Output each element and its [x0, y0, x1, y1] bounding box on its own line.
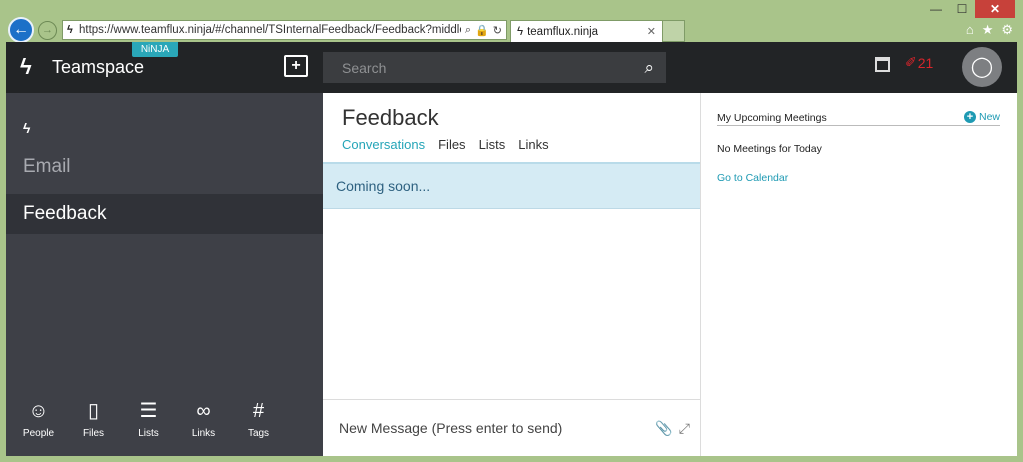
browser-toolbar: ⌂ ★ ⚙	[966, 22, 1013, 38]
sidebar-item-email[interactable]: Email	[6, 147, 323, 187]
page-title: Feedback	[342, 105, 439, 130]
status-message: Coming soon...	[323, 162, 700, 209]
search-icon[interactable]: ⌕	[465, 24, 471, 37]
link-icon: ∞	[196, 400, 211, 422]
person-icon: ☺	[28, 400, 49, 422]
list-icon: ☰	[139, 400, 158, 422]
new-post-button[interactable]: +	[284, 55, 308, 77]
search-input[interactable]	[342, 59, 645, 76]
add-comment-icon: +	[291, 57, 301, 74]
people-button[interactable]: ☺ People	[11, 396, 66, 446]
no-meetings-text: No Meetings for Today	[717, 143, 822, 155]
channel-pane: Feedback Conversations Files Lists Links…	[323, 93, 701, 456]
star-icon[interactable]: ★	[982, 22, 994, 38]
go-to-calendar-link[interactable]: Go to Calendar	[717, 172, 788, 184]
home-icon[interactable]: ⌂	[966, 22, 974, 38]
refresh-icon[interactable]: ↻	[493, 24, 502, 37]
browser-tab[interactable]: ϟ teamflux.ninja ✕	[510, 20, 663, 42]
gear-icon[interactable]: ⚙	[1001, 22, 1013, 38]
user-icon: ◯	[970, 56, 994, 78]
alerts-button[interactable]: ✐ 21	[905, 54, 933, 71]
lists-label: Lists	[138, 428, 159, 439]
message-composer: 📎 ⤢	[323, 399, 700, 456]
tab-conversations[interactable]: Conversations	[342, 137, 425, 152]
tags-label: Tags	[247, 428, 270, 439]
file-icon: ▯	[87, 400, 99, 422]
arrow-right-icon: →	[42, 24, 53, 36]
app: ϟ Teamspace NiNJA + ⌕ ✐ 21 ◯ ϟ Email Fee…	[6, 42, 1017, 456]
plus-circle-icon: +	[963, 111, 976, 123]
site-icon: ϟ	[67, 24, 73, 36]
sidebar-item-feedback[interactable]: Feedback	[6, 194, 323, 234]
search-icon[interactable]: ⌕	[644, 58, 654, 78]
arrow-left-icon: ←	[13, 21, 29, 38]
calendar-icon[interactable]	[875, 57, 890, 72]
hash-icon: #	[252, 400, 265, 422]
links-label: Links	[191, 428, 216, 439]
lists-button[interactable]: ☰ Lists	[121, 396, 176, 446]
new-meeting-label: New	[978, 111, 1000, 123]
forward-button[interactable]: →	[38, 21, 57, 40]
new-meeting-button[interactable]: + New	[963, 111, 1000, 123]
meetings-pane: My Upcoming Meetings + New No Meetings f…	[701, 93, 1017, 456]
teamspace-logo-icon: ϟ	[20, 54, 32, 79]
top-bar: ϟ Teamspace NiNJA + ⌕ ✐ 21 ◯	[6, 42, 1017, 93]
paperclip-icon[interactable]: 📎	[655, 420, 672, 437]
tab-close-icon[interactable]: ✕	[647, 25, 656, 38]
window-controls: — ☐ ✕	[923, 0, 1015, 18]
sidebar-tools: ☺ People ▯ Files ☰ Lists ∞ Links # Tags	[6, 396, 323, 446]
tab-files[interactable]: Files	[438, 137, 465, 152]
brand-name: Teamspace	[52, 56, 145, 77]
maximize-button[interactable]: ☐	[949, 0, 975, 18]
back-button[interactable]: ←	[8, 17, 34, 43]
lock-icon[interactable]: 🔒	[475, 24, 489, 37]
tags-button[interactable]: # Tags	[231, 396, 286, 446]
tab-links[interactable]: Links	[518, 137, 548, 152]
tab-lists[interactable]: Lists	[479, 137, 506, 152]
close-window-button[interactable]: ✕	[975, 0, 1015, 18]
avatar[interactable]: ◯	[962, 47, 1002, 87]
meetings-header: My Upcoming Meetings + New	[717, 111, 1000, 126]
address-bar[interactable]: ϟ https://www.teamflux.ninja/#/channel/T…	[62, 20, 507, 40]
tab-title: teamflux.ninja	[527, 25, 599, 38]
teamspace-logo-icon[interactable]: ϟ	[23, 120, 30, 136]
sidebar: ϟ Email Feedback ☺ People ▯ Files ☰ List…	[6, 93, 323, 456]
channel-tabs: Conversations Files Lists Links	[342, 137, 549, 152]
people-label: People	[22, 428, 55, 439]
files-button[interactable]: ▯ Files	[66, 396, 121, 446]
ninja-badge: NiNJA	[132, 42, 178, 57]
brand[interactable]: ϟ Teamspace	[20, 54, 144, 80]
wrench-icon: ✐	[905, 54, 917, 70]
minimize-button[interactable]: —	[923, 0, 949, 18]
browser-chrome: — ☐ ✕ ← → ϟ https://www.teamflux.ninja/#…	[0, 0, 1023, 43]
expand-icon[interactable]: ⤢	[679, 420, 690, 437]
message-input[interactable]	[339, 420, 650, 436]
url-text[interactable]: https://www.teamflux.ninja/#/channel/TSI…	[79, 24, 461, 36]
alert-count: 21	[917, 54, 934, 71]
meetings-heading: My Upcoming Meetings	[717, 112, 827, 124]
new-tab-button[interactable]	[663, 20, 685, 42]
files-label: Files	[82, 428, 105, 439]
search-bar: ⌕	[323, 52, 666, 83]
links-button[interactable]: ∞ Links	[176, 396, 231, 446]
